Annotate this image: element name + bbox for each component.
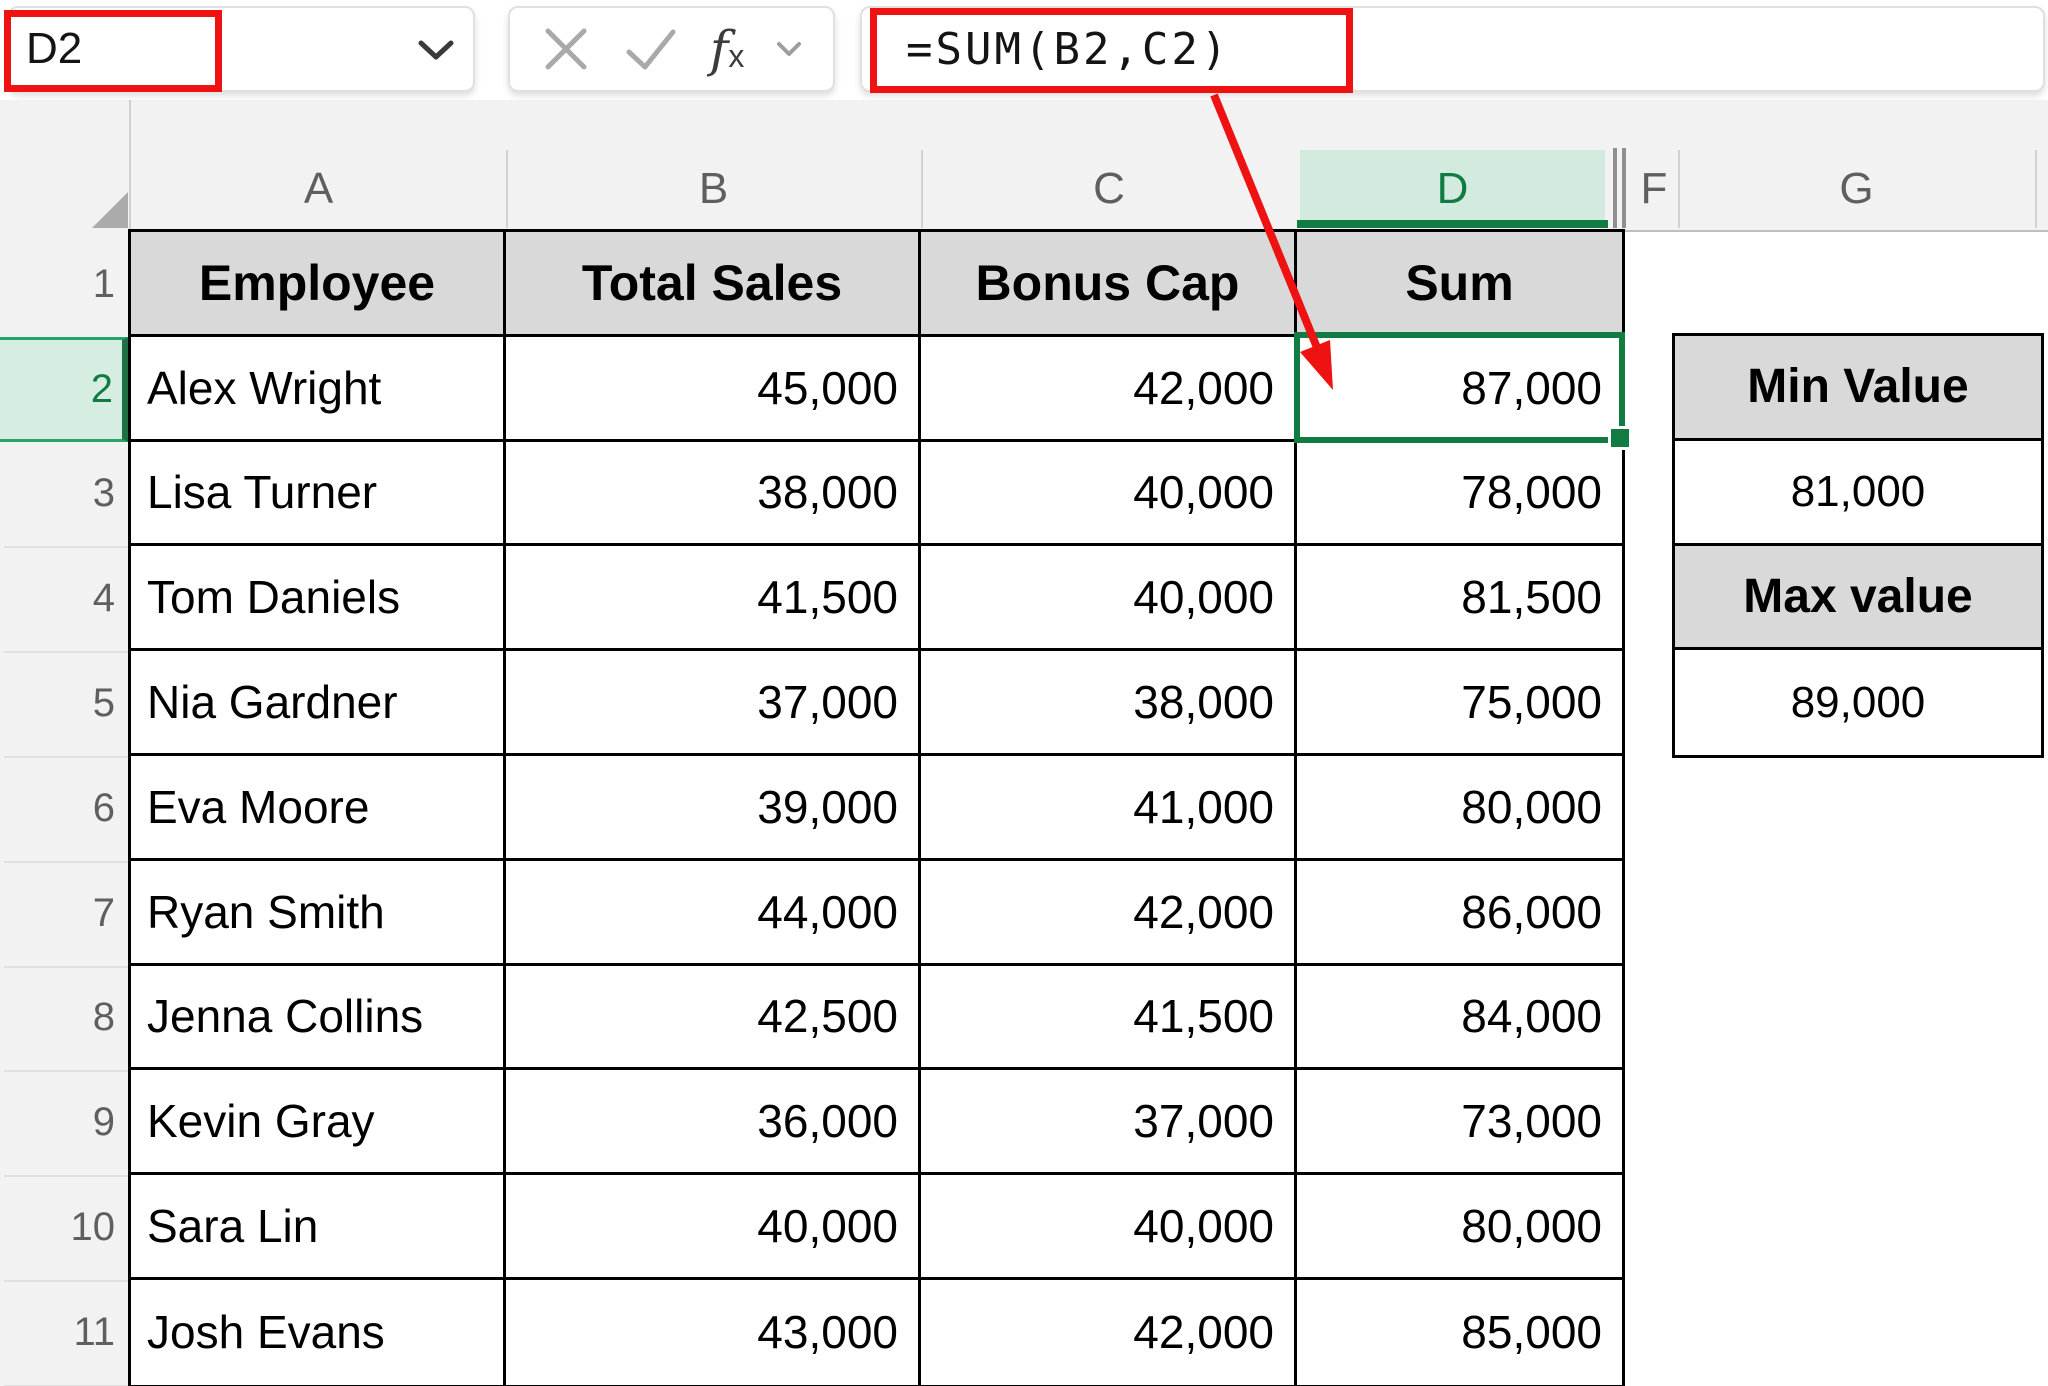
enter-check-icon[interactable] — [623, 24, 679, 74]
employee-name-cell[interactable]: Lisa Turner — [131, 442, 506, 547]
total-sales-cell[interactable]: 45,000 — [506, 337, 921, 442]
row-header-10[interactable]: 10 — [0, 1175, 131, 1280]
row-header-3[interactable]: 3 — [0, 442, 131, 547]
total-sales-cell[interactable]: 41,500 — [506, 546, 921, 651]
row-header-11[interactable]: 11 — [0, 1280, 131, 1385]
summary-box: Min Value 81,000 Max value 89,000 — [1672, 333, 2044, 758]
function-chevron-icon[interactable] — [776, 40, 802, 58]
name-box-highlight-rect — [4, 10, 222, 92]
total-sales-cell[interactable]: 36,000 — [506, 1070, 921, 1175]
employee-table: EmployeeTotal SalesBonus CapSum Alex Wrig… — [128, 229, 1625, 1386]
select-all-icon[interactable] — [92, 192, 128, 228]
cancel-icon[interactable] — [541, 24, 591, 74]
sum-cell[interactable]: 87,000 — [1297, 337, 1622, 442]
column-header-A[interactable]: A — [131, 148, 506, 230]
employee-name-cell[interactable]: Kevin Gray — [131, 1070, 506, 1175]
bonus-cap-cell[interactable]: 38,000 — [921, 651, 1297, 756]
sum-cell[interactable]: 75,000 — [1297, 651, 1622, 756]
employee-name-cell[interactable]: Josh Evans — [131, 1280, 506, 1385]
min-label-cell[interactable]: Min Value — [1675, 336, 2041, 441]
bonus-cap-cell[interactable]: 41,500 — [921, 966, 1297, 1071]
table-header-cell[interactable]: Employee — [131, 232, 506, 337]
row-header-7[interactable]: 7 — [0, 861, 131, 966]
total-sales-cell[interactable]: 37,000 — [506, 651, 921, 756]
employee-name-cell[interactable]: Sara Lin — [131, 1175, 506, 1280]
column-header-D[interactable]: D — [1297, 148, 1608, 230]
sum-cell[interactable]: 86,000 — [1297, 861, 1622, 966]
column-header-C[interactable]: C — [921, 148, 1297, 230]
sum-cell[interactable]: 78,000 — [1297, 442, 1622, 547]
row-header-gutter: 1234567891011 — [0, 100, 131, 1386]
bonus-cap-cell[interactable]: 42,000 — [921, 337, 1297, 442]
total-sales-cell[interactable]: 39,000 — [506, 756, 921, 861]
sum-cell[interactable]: 84,000 — [1297, 966, 1622, 1071]
formula-controls: fx — [508, 6, 835, 92]
formula-highlight-rect — [870, 8, 1353, 93]
column-header-strip: ABCDFG — [0, 100, 2048, 232]
excel-spreadsheet-screenshot: ABCDFG 1234567891011 EmployeeTotal Sales… — [0, 0, 2048, 1386]
bonus-cap-cell[interactable]: 42,000 — [921, 1280, 1297, 1385]
bonus-cap-cell[interactable]: 40,000 — [921, 1175, 1297, 1280]
column-separator — [506, 150, 508, 228]
table-header-cell[interactable]: Total Sales — [506, 232, 921, 337]
employee-name-cell[interactable]: Tom Daniels — [131, 546, 506, 651]
bonus-cap-cell[interactable]: 37,000 — [921, 1070, 1297, 1175]
total-sales-cell[interactable]: 38,000 — [506, 442, 921, 547]
employee-name-cell[interactable]: Jenna Collins — [131, 966, 506, 1071]
row-header-4[interactable]: 4 — [0, 546, 131, 651]
bonus-cap-cell[interactable]: 41,000 — [921, 756, 1297, 861]
sum-cell[interactable]: 80,000 — [1297, 756, 1622, 861]
total-sales-cell[interactable]: 44,000 — [506, 861, 921, 966]
column-header-G[interactable]: G — [1678, 148, 2035, 230]
table-header-cell[interactable]: Bonus Cap — [921, 232, 1297, 337]
employee-name-cell[interactable]: Ryan Smith — [131, 861, 506, 966]
insert-function-icon[interactable]: fx — [710, 24, 745, 74]
bonus-cap-cell[interactable]: 40,000 — [921, 442, 1297, 547]
row-header-6[interactable]: 6 — [0, 756, 131, 861]
max-label-cell[interactable]: Max value — [1675, 546, 2041, 651]
employee-name-cell[interactable]: Nia Gardner — [131, 651, 506, 756]
row-header-5[interactable]: 5 — [0, 651, 131, 756]
row-header-9[interactable]: 9 — [0, 1070, 131, 1175]
column-separator — [2035, 150, 2037, 228]
total-sales-cell[interactable]: 42,500 — [506, 966, 921, 1071]
max-value-cell[interactable]: 89,000 — [1675, 650, 2041, 755]
total-sales-cell[interactable]: 43,000 — [506, 1280, 921, 1385]
column-header-F[interactable]: F — [1630, 148, 1678, 230]
sum-cell[interactable]: 73,000 — [1297, 1070, 1622, 1175]
sum-cell[interactable]: 85,000 — [1297, 1280, 1622, 1385]
total-sales-cell[interactable]: 40,000 — [506, 1175, 921, 1280]
bonus-cap-cell[interactable]: 40,000 — [921, 546, 1297, 651]
min-value-cell[interactable]: 81,000 — [1675, 441, 2041, 546]
hidden-column-indicator — [1613, 148, 1617, 228]
table-header-cell[interactable]: Sum — [1297, 232, 1622, 337]
column-header-B[interactable]: B — [506, 148, 921, 230]
sum-cell[interactable]: 80,000 — [1297, 1175, 1622, 1280]
hidden-column-indicator — [1622, 148, 1626, 228]
sum-cell[interactable]: 81,500 — [1297, 546, 1622, 651]
row-header-8[interactable]: 8 — [0, 966, 131, 1071]
row-header-1[interactable]: 1 — [0, 232, 131, 337]
row-header-2[interactable]: 2 — [0, 337, 129, 442]
employee-name-cell[interactable]: Alex Wright — [131, 337, 506, 442]
column-separator — [1678, 150, 1680, 228]
employee-name-cell[interactable]: Eva Moore — [131, 756, 506, 861]
column-separator — [921, 150, 923, 228]
bonus-cap-cell[interactable]: 42,000 — [921, 861, 1297, 966]
name-box-chevron-icon[interactable] — [417, 38, 455, 62]
